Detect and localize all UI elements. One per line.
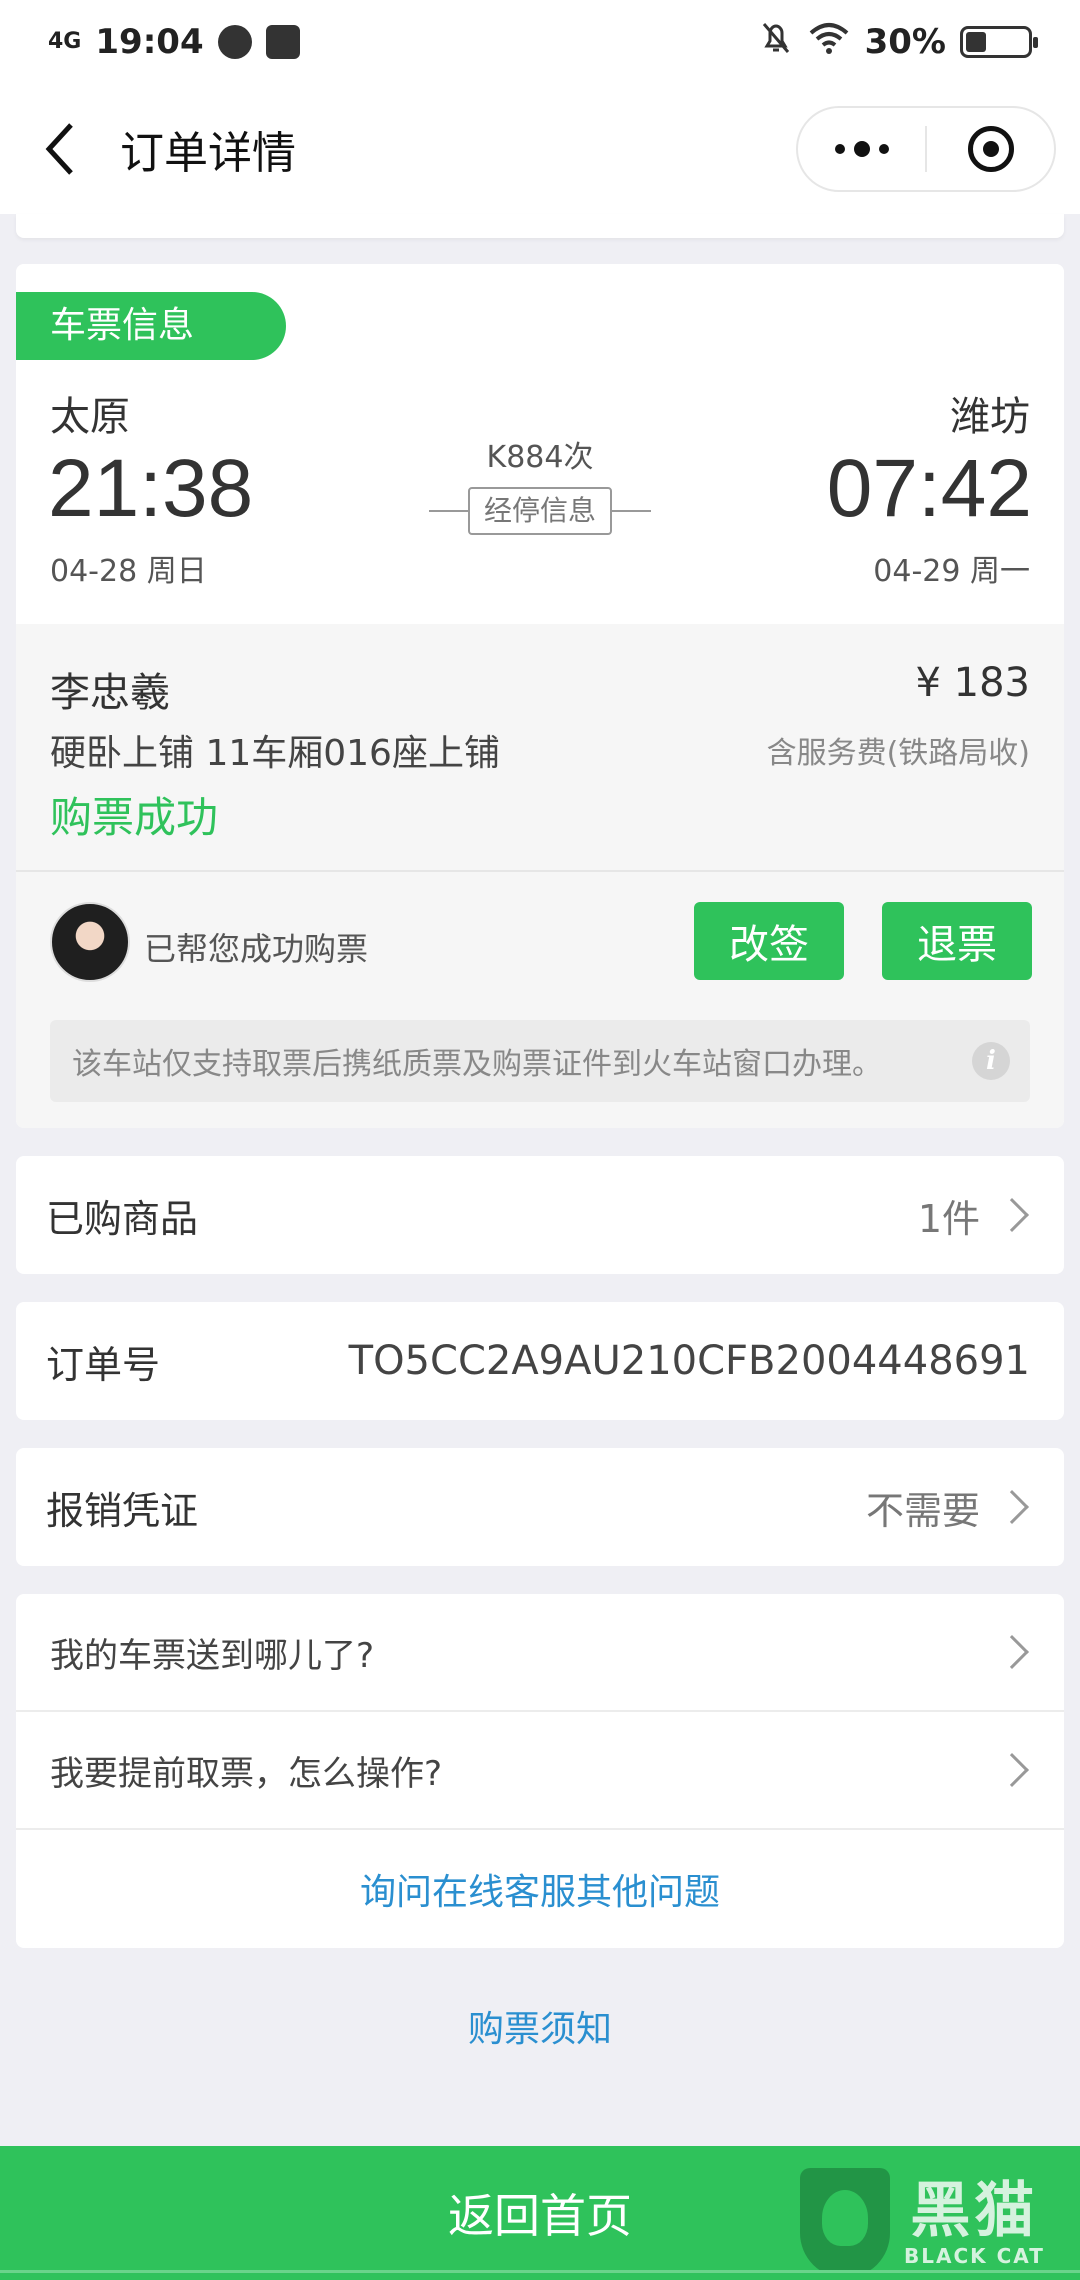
chevron-right-icon	[995, 1490, 1029, 1524]
watermark-text: 黑猫 BLACK CAT	[904, 2178, 1045, 2268]
more-dot-icon	[834, 144, 845, 154]
invoice-label: 报销凭证	[46, 1488, 199, 1533]
faq-item-ticket-delivery[interactable]: 我的车票送到哪儿了?	[16, 1594, 1064, 1712]
watermark-logo: 黑猫 BLACK CAT	[800, 2166, 1080, 2280]
purchased-goods-count: 1件	[917, 1196, 980, 1241]
order-number-row: 订单号 TO5CC2A9AU210CFB2004448691	[16, 1302, 1064, 1420]
watermark-en: BLACK CAT	[904, 2244, 1045, 2268]
notification-app-icon	[217, 25, 252, 59]
agent-avatar	[50, 902, 130, 982]
seat-info: 硬卧上铺 11车厢016座上铺	[50, 733, 500, 774]
purchased-goods-label: 已购商品	[46, 1196, 199, 1241]
ticket-actions-section: 已帮您成功购票 改签 退票 该车站仅支持取票后携纸质票及购票证件到火车站窗口办理…	[16, 870, 1064, 1128]
ticket-info-tag: 车票信息	[16, 292, 286, 360]
arrival-station: 潍坊	[950, 394, 1030, 440]
online-service-link[interactable]: 询问在线客服其他问题	[16, 1830, 1064, 1948]
arrival-date: 04-29 周一	[873, 554, 1030, 589]
refund-ticket-button[interactable]: 退票	[882, 902, 1032, 980]
more-button[interactable]	[798, 141, 925, 157]
stops-info: 经停信息	[429, 486, 652, 536]
nav-bar: 订单详情	[0, 84, 1080, 214]
passenger-section: 李忠羲 ¥ 183 硬卧上铺 11车厢016座上铺 含服务费(铁路局收) 购票成…	[16, 624, 1064, 870]
station-notice-text: 该车站仅支持取票后携纸质票及购票证件到火车站窗口办理。	[72, 1047, 882, 1082]
departure-date: 04-28 周日	[50, 554, 207, 589]
mute-bell-icon	[759, 20, 793, 65]
more-dot-icon	[878, 144, 889, 154]
stops-info-button[interactable]: 经停信息	[468, 487, 613, 535]
ticket-route-section: 车票信息 太原 21:38 04-28 周日 K884次 经停信息 潍坊 07:…	[16, 264, 1064, 624]
battery-icon	[960, 26, 1038, 58]
route-line	[612, 510, 652, 512]
battery-percent: 30%	[864, 22, 946, 62]
faq-card: 我的车票送到哪儿了? 我要提前取票，怎么操作? 询问在线客服其他问题	[16, 1594, 1064, 1948]
status-right: 30%	[759, 20, 1038, 65]
order-number-value: TO5CC2A9AU210CFB2004448691	[348, 1338, 1030, 1384]
status-time: 19:04	[95, 22, 204, 62]
station-notice: 该车站仅支持取票后携纸质票及购票证件到火车站窗口办理。 i	[50, 1020, 1030, 1102]
purchase-notice-link[interactable]: 购票须知	[0, 2000, 1080, 2052]
wifi-icon	[807, 21, 851, 64]
arrival-time: 07:42	[826, 443, 1032, 534]
watermark-cn: 黑猫	[910, 2176, 1039, 2246]
passenger-name: 李忠羲	[50, 670, 170, 716]
faq-item-early-pickup[interactable]: 我要提前取票，怎么操作?	[16, 1712, 1064, 1830]
previous-card-edge	[16, 214, 1064, 238]
ticket-status: 购票成功	[50, 793, 219, 842]
chevron-right-icon	[995, 1753, 1029, 1787]
chevron-right-icon	[995, 1198, 1029, 1232]
back-to-home-label: 返回首页	[448, 2189, 632, 2243]
chevron-left-icon	[45, 123, 73, 175]
back-button[interactable]	[30, 119, 90, 179]
signal-icon: 4G	[48, 29, 82, 54]
status-bar: 4G 19:04 30%	[0, 0, 1080, 84]
more-dot-icon	[853, 141, 870, 157]
cat-shield-icon	[800, 2168, 890, 2278]
change-ticket-button[interactable]: 改签	[694, 902, 844, 980]
invoice-row[interactable]: 报销凭证 不需要	[16, 1448, 1064, 1566]
helper-text: 已帮您成功购票	[144, 930, 369, 968]
faq-question: 我的车票送到哪儿了?	[50, 1635, 375, 1676]
order-number-label: 订单号	[46, 1342, 161, 1387]
chevron-right-icon	[995, 1635, 1029, 1669]
miniprogram-capsule	[796, 106, 1056, 192]
target-icon	[967, 126, 1014, 172]
bag-notification-icon	[265, 25, 300, 59]
bottom-strip	[0, 2270, 1080, 2280]
close-miniprogram-button[interactable]	[927, 126, 1054, 172]
purchased-goods-row[interactable]: 已购商品 1件	[16, 1156, 1064, 1274]
ticket-card: 车票信息 太原 21:38 04-28 周日 K884次 经停信息 潍坊 07:…	[16, 264, 1064, 1128]
faq-question: 我要提前取票，怎么操作?	[50, 1753, 443, 1794]
info-icon[interactable]: i	[972, 1042, 1010, 1080]
route-line	[429, 510, 468, 512]
fee-note: 含服务费(铁路局收)	[766, 736, 1030, 771]
status-left: 4G 19:04	[48, 22, 300, 62]
ticket-price: ¥ 183	[915, 660, 1030, 706]
invoice-value: 不需要	[865, 1488, 980, 1533]
page-title: 订单详情	[120, 128, 296, 179]
